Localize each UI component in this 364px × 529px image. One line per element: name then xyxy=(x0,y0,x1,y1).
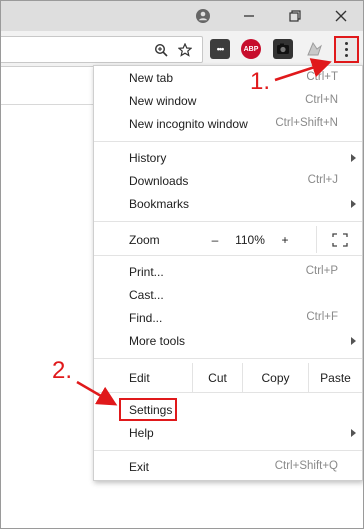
three-dots-vertical-icon xyxy=(345,42,348,45)
account-circle-icon xyxy=(196,9,210,23)
zoom-out-button[interactable]: – xyxy=(202,226,228,253)
lastpass-extension-icon[interactable]: ••• xyxy=(210,39,230,59)
menu-item-bookmarks[interactable]: Bookmarks xyxy=(94,193,362,216)
menu-item-shortcut: Ctrl+J xyxy=(307,174,338,186)
page-content-divider xyxy=(1,104,93,105)
menu-item-label: New incognito window xyxy=(129,117,248,131)
minimize-button[interactable] xyxy=(227,1,271,31)
menu-item-new-tab[interactable]: New tab Ctrl+T xyxy=(94,67,362,90)
close-button[interactable] xyxy=(319,1,363,31)
menu-zoom-row: Zoom – 110% + xyxy=(94,226,362,253)
submenu-arrow-icon xyxy=(351,200,356,208)
menu-item-shortcut: Ctrl+Shift+N xyxy=(275,117,338,129)
chrome-menu-button[interactable] xyxy=(334,36,359,63)
submenu-arrow-icon xyxy=(351,337,356,345)
restore-icon xyxy=(289,10,301,22)
zoom-in-button[interactable]: + xyxy=(272,226,298,253)
step-1-annotation: 1. xyxy=(250,68,271,95)
menu-item-more-tools[interactable]: More tools xyxy=(94,330,362,353)
menu-item-label: Cast... xyxy=(129,288,164,302)
paste-button[interactable]: Paste xyxy=(308,363,362,392)
title-bar xyxy=(1,1,363,31)
menu-item-shortcut: Ctrl+N xyxy=(305,94,338,106)
menu-item-label: Exit xyxy=(129,460,150,474)
menu-item-label: Bookmarks xyxy=(129,197,190,211)
menu-item-label: New window xyxy=(129,94,197,108)
menu-item-label: Downloads xyxy=(129,174,189,188)
zoom-level: 110% xyxy=(235,232,265,247)
address-bar[interactable] xyxy=(1,36,203,63)
menu-item-label: Find... xyxy=(129,311,163,325)
menu-item-exit[interactable]: Exit Ctrl+Shift+Q xyxy=(94,456,362,479)
menu-edit-row: Edit Cut Copy Paste xyxy=(94,363,362,392)
menu-item-downloads[interactable]: Downloads Ctrl+J xyxy=(94,170,362,193)
menu-item-find[interactable]: Find... Ctrl+F xyxy=(94,307,362,330)
submenu-arrow-icon xyxy=(351,154,356,162)
menu-item-label: History xyxy=(129,151,167,165)
minimize-icon xyxy=(244,15,254,17)
menu-separator xyxy=(94,358,362,359)
menu-item-label: New tab xyxy=(129,71,174,85)
menu-item-history[interactable]: History xyxy=(94,147,362,170)
menu-item-shortcut: Ctrl+P xyxy=(305,265,338,277)
menu-item-cast[interactable]: Cast... xyxy=(94,284,362,307)
adblock-plus-extension-icon[interactable]: ABP xyxy=(241,39,261,59)
profile-button[interactable] xyxy=(181,1,225,31)
menu-separator xyxy=(94,450,362,451)
submenu-arrow-icon xyxy=(351,429,356,437)
menu-item-shortcut: Ctrl+Shift+Q xyxy=(274,460,338,472)
menu-separator xyxy=(94,392,362,393)
fullscreen-button[interactable] xyxy=(316,226,362,253)
menu-item-label: More tools xyxy=(129,334,186,348)
menu-item-print[interactable]: Print... Ctrl+P xyxy=(94,261,362,284)
bookmark-star-icon[interactable] xyxy=(174,37,196,62)
menu-separator xyxy=(94,141,362,142)
browser-toolbar: ••• ABP xyxy=(1,31,363,67)
copy-button[interactable]: Copy xyxy=(242,363,308,392)
zoom-label: Zoom xyxy=(129,233,160,247)
menu-item-label: Print... xyxy=(129,265,164,279)
menu-item-new-incognito-window[interactable]: New incognito window Ctrl+Shift+N xyxy=(94,113,362,136)
step-2-annotation: 2. xyxy=(52,357,73,384)
edit-label: Edit xyxy=(129,371,150,385)
cut-button[interactable]: Cut xyxy=(192,363,242,392)
browser-window: ••• ABP New tab Ctrl+T New window Ctrl+N… xyxy=(0,0,364,529)
menu-item-label: Help xyxy=(129,426,154,440)
fullscreen-icon xyxy=(331,232,348,247)
pdf-extension-icon[interactable] xyxy=(304,39,324,59)
settings-highlight-box xyxy=(119,398,177,421)
close-icon xyxy=(335,10,347,22)
menu-item-new-window[interactable]: New window Ctrl+N xyxy=(94,90,362,113)
restore-button[interactable] xyxy=(273,1,317,31)
menu-item-shortcut: Ctrl+T xyxy=(306,71,338,83)
menu-separator xyxy=(94,255,362,256)
menu-item-shortcut: Ctrl+F xyxy=(306,311,338,323)
menu-item-help[interactable]: Help xyxy=(94,422,362,445)
zoom-icon[interactable] xyxy=(150,37,172,62)
menu-separator xyxy=(94,221,362,222)
camera-extension-icon[interactable] xyxy=(273,39,293,59)
